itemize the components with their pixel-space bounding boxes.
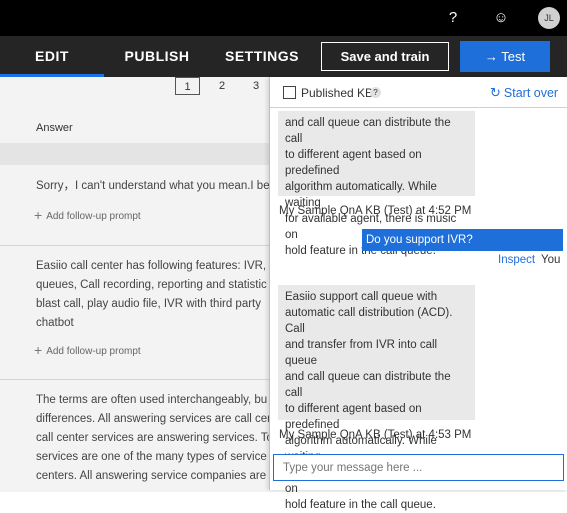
page-3-button[interactable]: 3 <box>246 77 266 95</box>
message-line: automatic call distribution (ACD). Call <box>285 307 453 335</box>
save-and-train-button[interactable]: Save and train <box>321 42 449 71</box>
answer-text[interactable]: centers. All answering service companies… <box>36 467 266 486</box>
page-2-button[interactable]: 2 <box>212 77 232 95</box>
user-message: Do you support IVR? <box>362 229 563 251</box>
plus-icon: + <box>34 342 43 358</box>
answer-text[interactable]: differences. All answering services are … <box>36 410 271 429</box>
avatar[interactable]: JL <box>538 7 560 29</box>
test-panel: Published KB ? ↻ Start over and call queu… <box>269 77 567 511</box>
page-1-button[interactable]: 1 <box>175 77 200 95</box>
answer-text[interactable]: blast call, play audio file, IVR with th… <box>36 295 261 314</box>
tab-publish[interactable]: PUBLISH <box>120 36 194 77</box>
answer-text[interactable]: services are one of the many types of se… <box>36 448 267 467</box>
add-follow-up-prompt-button[interactable]: + Add follow-up prompt <box>34 342 141 358</box>
start-over-label: Start over <box>503 86 559 100</box>
chat-message-input[interactable] <box>273 454 564 481</box>
tab-edit[interactable]: EDIT <box>0 36 104 77</box>
message-meta: My Sample QnA KB (Test) at 4:52 PM <box>279 205 472 217</box>
info-icon[interactable]: ? <box>370 87 381 98</box>
message-line: and transfer from IVR into call queue <box>285 339 438 367</box>
top-bar: ? ☺ JL <box>0 0 567 36</box>
feedback-icon[interactable]: ☺ <box>491 8 511 28</box>
test-button[interactable]: → Test <box>460 41 550 72</box>
bot-message: and call queue can distribute the call t… <box>278 111 475 257</box>
inspect-link[interactable]: Inspect <box>498 254 535 266</box>
start-over-button[interactable]: ↻ Start over <box>490 85 558 101</box>
answer-text[interactable]: Easiio call center has following feature… <box>36 257 266 276</box>
message-line: to different agent based on predefined <box>285 149 422 177</box>
follow-up-label: Add follow-up prompt <box>46 211 141 222</box>
answer-column-header: Answer <box>36 122 73 134</box>
answer-text[interactable]: queues, Call recording, reporting and st… <box>36 276 267 295</box>
refresh-icon: ↻ <box>490 85 501 100</box>
answer-text[interactable]: Sorry，I can't understand what you mean.I… <box>36 177 270 196</box>
tab-settings[interactable]: SETTINGS <box>225 36 299 77</box>
published-kb-checkbox[interactable] <box>283 86 296 99</box>
follow-up-label: Add follow-up prompt <box>46 346 141 357</box>
sender-label: You <box>541 254 561 266</box>
help-icon[interactable]: ? <box>443 8 463 28</box>
add-follow-up-prompt-button[interactable]: + Add follow-up prompt <box>34 207 141 223</box>
message-line: Easiio support call queue with <box>285 291 438 303</box>
message-line: and call queue can distribute the call <box>285 117 451 145</box>
published-kb-label: Published KB <box>301 86 374 100</box>
answer-text[interactable]: call center services are answering servi… <box>36 429 273 448</box>
message-line: and call queue can distribute the call <box>285 371 451 399</box>
answer-text[interactable]: chatbot <box>36 314 74 333</box>
bot-message: Easiio support call queue with automatic… <box>278 285 475 511</box>
nav-bar: EDIT PUBLISH SETTINGS Save and train → T… <box>0 36 567 77</box>
panel-divider <box>270 107 567 108</box>
message-line: hold feature in the call queue. <box>285 499 436 511</box>
message-meta: My Sample QnA KB (Test) at 4:53 PM <box>279 429 472 441</box>
plus-icon: + <box>34 207 43 223</box>
answer-text[interactable]: The terms are often used interchangeably… <box>36 391 267 410</box>
